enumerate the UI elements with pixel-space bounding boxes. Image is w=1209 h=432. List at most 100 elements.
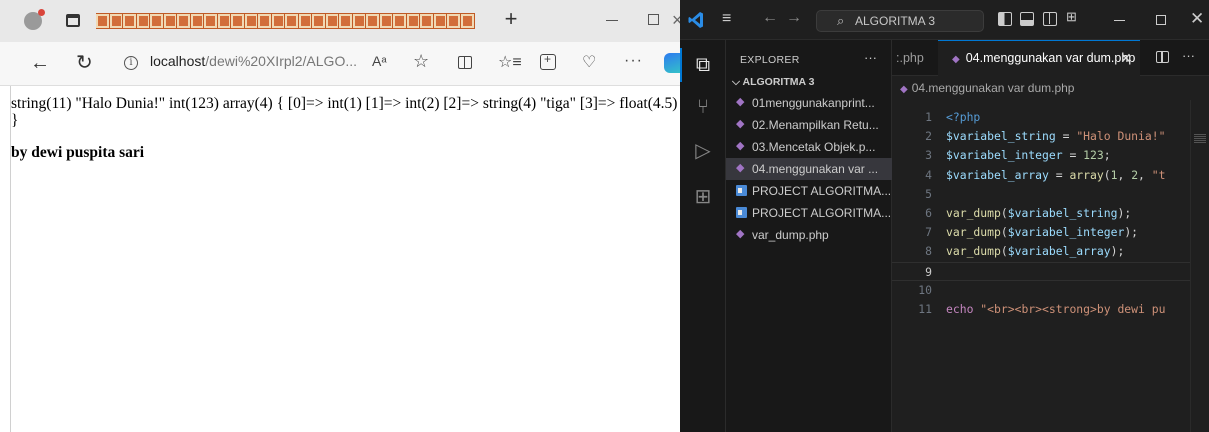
tab-title-glyph xyxy=(108,13,124,29)
editor-tabs: :.php ◆ 04.menggunakan var dum.php ✕ ··· xyxy=(892,40,1209,76)
code-line[interactable]: 2 $variabel_string = "Halo Dunia!" xyxy=(892,127,1190,146)
breadcrumb[interactable]: ◆ 04.menggunakan var dum.php xyxy=(900,78,1074,100)
code-token: ( xyxy=(1000,225,1008,240)
tab-title-glyph xyxy=(270,13,286,29)
code-text: var_dump($variabel_integer); xyxy=(946,223,1138,242)
activity-bar: ⧉ ⑂ ▷ ⊞ xyxy=(680,40,726,432)
editor-more-icon[interactable]: ··· xyxy=(1182,48,1195,63)
split-editor-icon[interactable] xyxy=(1156,51,1169,63)
browser-tab-title[interactable] xyxy=(96,10,482,32)
maximize-icon[interactable] xyxy=(648,14,659,25)
code-line[interactable]: 10 xyxy=(892,281,1190,300)
tab-previous-file[interactable]: :.php xyxy=(892,40,938,76)
favorite-star-icon[interactable]: ☆ xyxy=(413,51,429,72)
code-token: <?php xyxy=(946,110,981,124)
minimap-viewport[interactable] xyxy=(1194,134,1206,144)
line-number: 5 xyxy=(925,186,932,201)
code-token: = xyxy=(1048,167,1070,182)
code-line[interactable]: 8 var_dump($variabel_array); xyxy=(892,242,1190,261)
php-file-icon: ◆ xyxy=(736,228,745,240)
code-line[interactable]: 11 echo "<br><br><strong>by dewi pu xyxy=(892,300,1190,319)
new-tab-button[interactable]: + xyxy=(500,8,522,32)
maximize-icon[interactable] xyxy=(1156,15,1166,25)
line-number: 9 xyxy=(925,264,932,279)
site-info-icon[interactable]: i xyxy=(124,56,138,70)
tab-title-glyph xyxy=(446,13,461,29)
line-number: 2 xyxy=(925,129,932,144)
code-token: var_dump xyxy=(946,225,1001,240)
reload-button[interactable]: ↻ xyxy=(76,52,93,74)
url-path: /dewi%20XIrpl2/ALGO... xyxy=(205,53,358,69)
tab-title-glyph xyxy=(257,13,272,29)
tab-title-glyph xyxy=(243,13,259,29)
explorer-file-item[interactable]: ◆ 04.menggunakan var ... xyxy=(726,158,892,180)
explorer-file-item[interactable]: ◆ var_dump.php xyxy=(726,224,892,246)
explorer-file-item[interactable]: PROJECT ALGORITMA... xyxy=(726,202,892,224)
code-line[interactable]: 4 $variabel_array = array(1, 2, "t xyxy=(892,166,1190,185)
code-token: , xyxy=(1117,167,1132,182)
breadcrumb-file: 04.menggunakan var dum.php xyxy=(911,81,1075,95)
code-line[interactable]: 9 xyxy=(892,261,1190,281)
customize-layout-icon[interactable]: ⊞ xyxy=(1066,9,1080,24)
tab-title-glyph xyxy=(338,13,353,29)
menu-icon[interactable]: ≡ xyxy=(722,10,731,28)
code-token: $variabel_integer xyxy=(1007,225,1125,240)
close-icon[interactable]: ✕ xyxy=(1190,9,1204,29)
code-line[interactable]: 3 $variabel_integer = 123; xyxy=(892,146,1190,165)
collections-icon[interactable] xyxy=(540,52,556,70)
code-line[interactable]: 6 var_dump($variabel_string); xyxy=(892,204,1190,223)
explorer-file-label: 02.Menampilkan Retu... xyxy=(752,118,879,132)
split-screen-icon[interactable] xyxy=(458,56,472,69)
tab-title-glyph xyxy=(162,13,178,29)
document-file-icon xyxy=(736,185,747,196)
explorer-file-item[interactable]: ◆ 03.Mencetak Objek.p... xyxy=(726,136,892,158)
explorer-more-icon[interactable]: ··· xyxy=(864,50,877,65)
address-bar[interactable]: localhost/dewi%20XIrpl2/ALGO... xyxy=(150,53,357,69)
tab-close-icon[interactable]: ✕ xyxy=(1120,41,1132,75)
code-editor[interactable]: 1 <?php 2 $variabel_string = "Halo Dunia!" 3… xyxy=(892,100,1190,432)
extensions-icon[interactable]: ⊞ xyxy=(692,186,714,208)
command-center-search[interactable]: ⌕ ALGORITMA 3 xyxy=(816,10,984,32)
line-number: 1 xyxy=(925,110,932,124)
source-control-icon[interactable]: ⑂ xyxy=(692,96,714,118)
code-token: array xyxy=(1069,167,1104,182)
code-token: , xyxy=(1138,167,1152,182)
profile-avatar-icon[interactable] xyxy=(24,9,45,30)
code-line[interactable]: 7 var_dump($variabel_integer); xyxy=(892,223,1190,242)
toggle-secondary-sidebar-icon[interactable] xyxy=(1043,12,1057,26)
minimap[interactable] xyxy=(1190,100,1209,432)
minimize-icon[interactable] xyxy=(1114,20,1125,21)
tab-title-glyph xyxy=(378,13,394,29)
tab-active-file[interactable]: ◆ 04.menggunakan var dum.php ✕ xyxy=(938,40,1140,76)
code-token: = xyxy=(1055,129,1077,144)
back-button[interactable]: ← xyxy=(30,52,50,74)
minimize-icon[interactable] xyxy=(606,20,618,21)
code-token: ); xyxy=(1110,244,1125,259)
line-number: 4 xyxy=(925,167,932,182)
navigation-arrows-icon[interactable]: ←→ xyxy=(762,9,810,27)
line-number: 10 xyxy=(918,282,932,297)
workspace-folder[interactable]: ⌵ ALGORITMA 3 xyxy=(732,76,814,89)
explorer-file-item[interactable]: ◆ 02.Menampilkan Retu... xyxy=(726,114,892,136)
toggle-panel-icon[interactable] xyxy=(1020,12,1034,26)
browser-essentials-icon[interactable]: ♡ xyxy=(582,52,596,72)
code-token: "Halo Dunia!" xyxy=(1076,129,1166,144)
tab-title-glyph xyxy=(351,13,367,29)
code-token: 123 xyxy=(1083,148,1104,163)
more-menu-icon[interactable]: ··· xyxy=(624,52,643,70)
read-aloud-button[interactable]: Aᵃ xyxy=(372,53,387,69)
vscode-window: ≡ ←→ ⌕ ALGORITMA 3 ⊞ ✕ ⧉ ⑂ ▷ ⊞ EXPLORER ·… xyxy=(680,0,1209,432)
explorer-file-item[interactable]: ◆ 01menggunakanprint... xyxy=(726,92,892,114)
tab-title-glyph xyxy=(324,13,340,29)
tab-actions-icon[interactable] xyxy=(66,14,80,27)
explorer-file-item[interactable]: PROJECT ALGORITMA... xyxy=(726,180,892,202)
toggle-sidebar-icon[interactable] xyxy=(998,12,1012,26)
code-line[interactable]: 1 <?php xyxy=(892,108,1190,127)
favorites-icon[interactable]: ☆≡ xyxy=(498,52,522,72)
explorer-files-icon[interactable]: ⧉ xyxy=(680,48,714,82)
run-debug-icon[interactable]: ▷ xyxy=(692,140,714,162)
code-token: "<br><br><strong>by dewi pu xyxy=(980,302,1166,316)
folder-name: ALGORITMA 3 xyxy=(742,76,815,88)
code-line[interactable]: 5 xyxy=(892,185,1190,204)
code-text: $variabel_array = array(1, 2, "t xyxy=(946,166,1165,185)
